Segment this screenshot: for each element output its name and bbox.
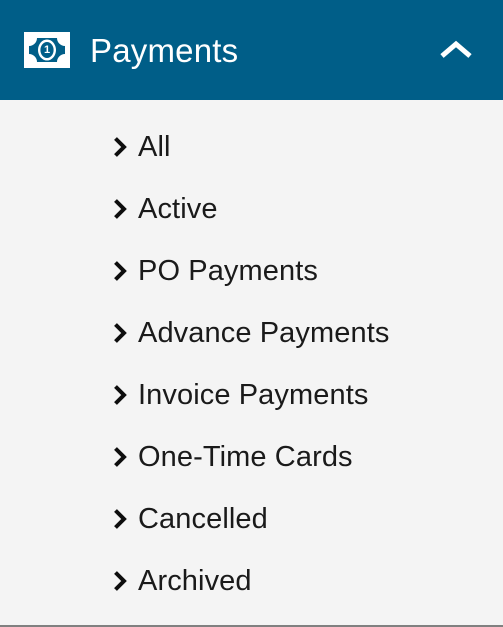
sidebar-item-active[interactable]: Active bbox=[0, 178, 503, 240]
sidebar-item-label: Cancelled bbox=[138, 502, 268, 535]
sidebar-item-po-payments[interactable]: PO Payments bbox=[0, 240, 503, 302]
payments-nav-panel: 1 Payments All Active PO Payments Advanc… bbox=[0, 0, 503, 627]
chevron-right-icon bbox=[113, 446, 127, 468]
chevron-right-icon bbox=[113, 322, 127, 344]
sidebar-item-cancelled[interactable]: Cancelled bbox=[0, 488, 503, 550]
sidebar-item-label: Advance Payments bbox=[138, 316, 390, 349]
sidebar-item-all[interactable]: All bbox=[0, 116, 503, 178]
banknote-icon: 1 bbox=[24, 32, 70, 68]
sidebar-item-label: Active bbox=[138, 192, 218, 225]
sidebar-item-invoice-payments[interactable]: Invoice Payments bbox=[0, 364, 503, 426]
sidebar-item-label: Invoice Payments bbox=[138, 378, 369, 411]
chevron-right-icon bbox=[113, 384, 127, 406]
sidebar-item-archived[interactable]: Archived bbox=[0, 550, 503, 612]
sidebar-item-label: PO Payments bbox=[138, 254, 318, 287]
chevron-right-icon bbox=[113, 570, 127, 592]
chevron-right-icon bbox=[113, 198, 127, 220]
chevron-right-icon bbox=[113, 260, 127, 282]
payments-subnav-list: All Active PO Payments Advance Payments … bbox=[0, 100, 503, 625]
page-title: Payments bbox=[90, 31, 239, 69]
sidebar-item-one-time-cards[interactable]: One-Time Cards bbox=[0, 426, 503, 488]
svg-text:1: 1 bbox=[44, 44, 50, 56]
chevron-right-icon bbox=[113, 508, 127, 530]
sidebar-item-advance-payments[interactable]: Advance Payments bbox=[0, 302, 503, 364]
chevron-up-icon[interactable] bbox=[435, 29, 477, 71]
chevron-right-icon bbox=[113, 136, 127, 158]
sidebar-item-label: One-Time Cards bbox=[138, 440, 353, 473]
sidebar-item-label: All bbox=[138, 130, 171, 163]
sidebar-item-label: Archived bbox=[138, 564, 252, 597]
payments-section-header[interactable]: 1 Payments bbox=[0, 0, 503, 100]
